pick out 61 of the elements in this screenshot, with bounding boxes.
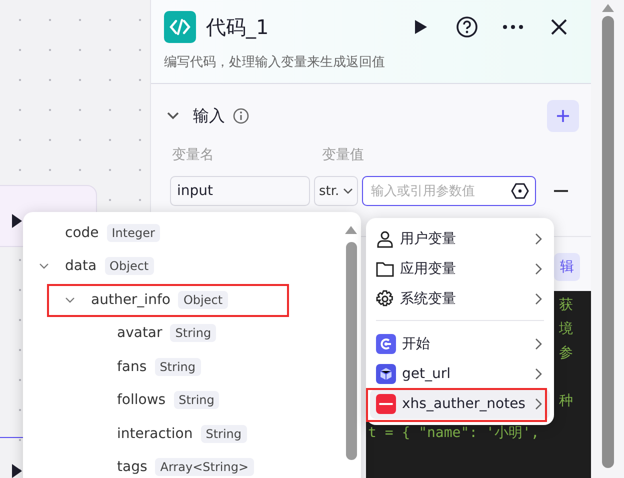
type-tag: Object (178, 290, 228, 309)
hexagon-icon[interactable] (511, 182, 530, 200)
name-field[interactable]: input (170, 176, 310, 206)
connector-line (0, 437, 24, 438)
chevron-icon[interactable] (167, 112, 179, 120)
menu-item[interactable]: 应用变量 (370, 254, 550, 284)
folder-icon (376, 261, 394, 277)
type-select[interactable]: str. (314, 176, 358, 206)
type-tag: Integer (106, 224, 160, 242)
tree-item[interactable]: data Object (23, 250, 341, 283)
type-tag: Array<String> (155, 458, 254, 476)
type-tag: String (174, 391, 220, 410)
menu-item[interactable]: 系统变量 (370, 284, 550, 314)
start-icon (376, 334, 396, 354)
chevron-icon[interactable] (65, 296, 75, 303)
chevron-right-icon (535, 293, 542, 305)
menu-item[interactable]: 用户变量 (370, 224, 550, 254)
caret-icon (343, 188, 354, 194)
chevron-right-icon (535, 398, 542, 410)
tree-item[interactable]: tags Array<String> (23, 450, 341, 478)
cube-icon (376, 364, 396, 384)
code-line: 参 (559, 345, 573, 361)
code-line: 境 (559, 321, 573, 337)
chevron-right-icon (535, 338, 542, 350)
scroll-up-icon[interactable] (345, 226, 357, 234)
type-tag: Object (104, 257, 154, 276)
code-line: 种 (559, 393, 573, 409)
column-header: 变量名 (172, 146, 215, 164)
scroll-up-icon[interactable] (602, 4, 614, 12)
code-line: 获 (559, 297, 573, 313)
type-tag: String (200, 424, 247, 443)
chevron-right-icon (535, 233, 542, 245)
play-icon (414, 19, 428, 35)
column-header: 变量值 (322, 146, 364, 164)
type-tag: String (170, 324, 216, 342)
panel-description: 编写代码，处理输入变量来生成返回值 (164, 54, 386, 71)
chevron-right-icon (535, 263, 542, 275)
tree-item[interactable]: code Integer (23, 216, 341, 250)
add-button[interactable] (547, 100, 579, 132)
app-logo-icon (376, 394, 396, 414)
chevron-right-icon (535, 368, 542, 380)
value-field[interactable]: 输入或引用参数值 (362, 176, 536, 206)
person-icon (376, 230, 394, 248)
value-input[interactable]: 输入或引用参数值 (363, 182, 512, 200)
panel-title: 代码_1 (206, 14, 269, 40)
info-icon (233, 108, 249, 124)
tree-item[interactable]: auther_info Object (23, 283, 341, 316)
type-tag: String (154, 358, 200, 376)
code-icon (164, 11, 196, 43)
edit-button[interactable]: 辑 (554, 253, 580, 281)
code-line: t = { "name": '小明', (368, 425, 540, 441)
chevron-icon[interactable] (39, 263, 49, 270)
menu-item[interactable]: 开始 (370, 329, 550, 359)
tree-item[interactable]: follows String (23, 384, 341, 417)
plus-icon (556, 109, 570, 123)
tree-item[interactable]: interaction String (23, 417, 341, 450)
section-title: 输入 (193, 106, 225, 126)
menu-item[interactable]: get_url (370, 359, 550, 389)
tree-item[interactable]: avatar String (23, 316, 341, 350)
gear-icon (376, 290, 394, 308)
tree-item[interactable]: fans String (23, 350, 341, 384)
